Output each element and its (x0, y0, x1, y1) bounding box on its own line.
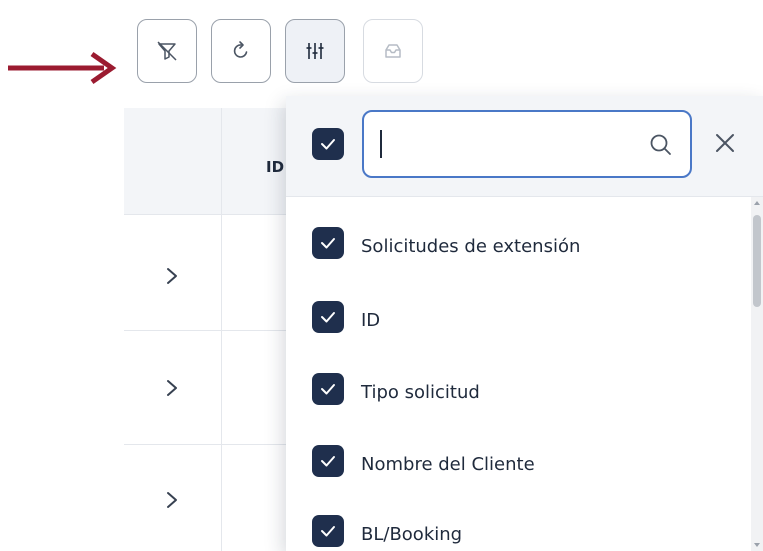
column-checkbox[interactable] (312, 227, 344, 259)
column-checkbox[interactable] (312, 445, 344, 477)
checkmark-icon (321, 238, 335, 249)
archive-button[interactable] (363, 19, 423, 83)
archive-icon (385, 44, 401, 58)
checkmark-icon (321, 312, 335, 323)
checkmark-icon (321, 139, 335, 150)
scroll-down-arrow-icon[interactable] (754, 543, 760, 547)
column-list: Solicitudes de extensión ID Tipo solicit… (286, 197, 751, 551)
column-settings-icon (306, 43, 324, 59)
column-label: ID (361, 310, 381, 331)
grid-header-row: ID (124, 108, 286, 215)
scroll-up-arrow-icon[interactable] (754, 201, 760, 205)
column-label: BL/Booking (361, 524, 463, 545)
column-chooser-panel: Solicitudes de extensión ID Tipo solicit… (286, 96, 763, 551)
checkmark-icon (321, 526, 335, 537)
column-checkbox[interactable] (312, 515, 344, 547)
close-icon[interactable] (712, 130, 738, 156)
refresh-button[interactable] (211, 19, 271, 83)
column-list-scrollbar[interactable] (751, 197, 763, 551)
list-item[interactable]: Nombre del Cliente (312, 445, 742, 485)
filter-off-icon (157, 41, 177, 61)
list-item[interactable]: BL/Booking (312, 515, 742, 551)
refresh-icon (233, 41, 248, 58)
row-divider (124, 444, 286, 445)
column-settings-button[interactable] (285, 19, 345, 83)
list-item[interactable]: Tipo solicitud (312, 373, 742, 413)
select-all-checkbox[interactable] (312, 128, 344, 160)
data-grid: ID (124, 98, 286, 551)
clear-filters-button[interactable] (137, 19, 197, 83)
search-icon (650, 134, 671, 155)
column-label: Tipo solicitud (361, 382, 480, 403)
row-divider (124, 330, 286, 331)
text-cursor (380, 130, 382, 158)
column-checkbox[interactable] (312, 373, 344, 405)
chevron-right-icon[interactable] (160, 376, 184, 400)
grid-toolbar (124, 0, 763, 98)
checkmark-icon (321, 456, 335, 467)
checkmark-icon (321, 384, 335, 395)
list-item[interactable]: ID (312, 301, 742, 341)
column-label: Solicitudes de extensión (361, 236, 581, 257)
column-checkbox[interactable] (312, 301, 344, 333)
column-search-input[interactable] (362, 110, 692, 178)
column-chooser-header (286, 96, 763, 197)
chevron-right-icon[interactable] (160, 488, 184, 512)
annotation-arrow-icon (8, 51, 117, 85)
chevron-right-icon[interactable] (160, 264, 184, 288)
list-item[interactable]: Solicitudes de extensión (312, 227, 742, 267)
column-label: Nombre del Cliente (361, 454, 535, 475)
scrollbar-thumb[interactable] (753, 215, 761, 307)
column-header-id[interactable]: ID (266, 158, 284, 176)
